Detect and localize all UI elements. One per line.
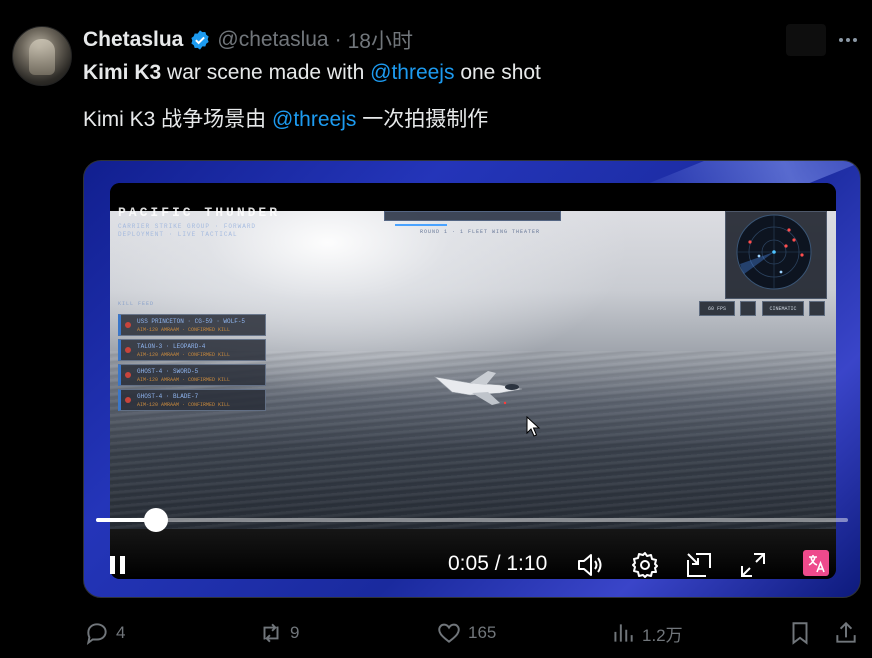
share-icon bbox=[836, 621, 856, 643]
fighter-jet bbox=[434, 371, 523, 405]
settings-gear-icon[interactable] bbox=[630, 550, 660, 580]
video-timecode: 0:05 / 1:10 bbox=[448, 552, 548, 575]
hud-tabs-caption: ROUND 1 · 1 FLEET WING THEATER bbox=[420, 229, 541, 235]
cinematic-toggle[interactable]: CINEMATIC bbox=[762, 301, 804, 316]
tweet-header: Chetaslua @chetaslua · 18小时 bbox=[83, 26, 413, 54]
tweet-text-line-1: Kimi K3 war scene made with @threejs one… bbox=[83, 61, 541, 85]
like-count: 165 bbox=[468, 623, 497, 642]
reply-count: 4 bbox=[116, 623, 126, 642]
view-count: 1.2万 bbox=[642, 625, 683, 645]
bookmark-button[interactable] bbox=[787, 615, 813, 651]
author-name[interactable]: Chetaslua bbox=[83, 28, 183, 52]
tweet-text: war scene made with bbox=[161, 61, 371, 84]
kill-feed-item: GHOST-4 · SWORD-5 AIM-120 AMRAAM · CONFIR… bbox=[118, 364, 266, 386]
sound-toggle-icon[interactable] bbox=[740, 301, 756, 316]
tweet-text-tail: one shot bbox=[454, 61, 541, 84]
mention-link[interactable]: @threejs bbox=[272, 108, 356, 131]
tweet-text-line-2: Kimi K3 战争场景由 @threejs 一次拍摄制作 bbox=[83, 103, 488, 133]
separator-dot: · bbox=[334, 28, 342, 51]
media-card[interactable]: PACIFIC THUNDER CARRIER STRIKE GROUP · F… bbox=[83, 160, 861, 598]
kill-feed-item: GHOST-4 · BLADE-7 AIM-120 AMRAAM · CONFIR… bbox=[118, 389, 266, 411]
fullscreen-toggle-icon[interactable] bbox=[809, 301, 825, 316]
post-time[interactable]: 18小时 bbox=[348, 25, 413, 55]
video-progress-handle[interactable] bbox=[144, 508, 169, 532]
repost-button[interactable]: 9 bbox=[258, 615, 299, 651]
views-chart-icon bbox=[614, 624, 633, 642]
author-handle[interactable]: @chetaslua bbox=[217, 28, 328, 52]
mention-link[interactable]: @threejs bbox=[370, 61, 454, 84]
kill-feed-header: KILL FEED bbox=[118, 301, 155, 307]
radar-panel bbox=[725, 211, 827, 299]
translate-icon[interactable] bbox=[803, 550, 829, 576]
avatar[interactable] bbox=[12, 26, 72, 86]
fps-toggle[interactable]: 60 FPS bbox=[699, 301, 735, 316]
kill-feed-item: USS PRINCETON · CG-59 · WOLF-5 AIM-120 AM… bbox=[118, 314, 266, 336]
fullscreen-icon[interactable] bbox=[738, 550, 768, 580]
like-button[interactable]: 165 bbox=[436, 615, 496, 651]
repost-count: 9 bbox=[290, 623, 300, 642]
hud-subtitle: CARRIER STRIKE GROUP · FORWARD DEPLOYMEN… bbox=[118, 223, 257, 238]
reply-button[interactable]: 4 bbox=[84, 615, 125, 651]
mouse-cursor-icon bbox=[526, 416, 541, 437]
picture-in-picture-icon[interactable] bbox=[684, 550, 714, 580]
views-button[interactable]: 1.2万 bbox=[610, 615, 683, 651]
hud-tabs bbox=[384, 211, 561, 226]
verified-badge-icon bbox=[191, 30, 209, 50]
pause-icon[interactable] bbox=[108, 555, 128, 575]
volume-icon[interactable] bbox=[576, 550, 606, 580]
tweet-text-translated: Kimi K3 战争场景由 bbox=[83, 108, 273, 131]
video-frame: PACIFIC THUNDER CARRIER STRIKE GROUP · F… bbox=[110, 205, 836, 529]
grok-placeholder bbox=[786, 24, 826, 56]
tweet-actions: 4 9 165 1.2万 bbox=[0, 615, 872, 651]
kill-feed-item: TALON-3 · LEOPARD-4 AIM-120 AMRAAM · CONF… bbox=[118, 339, 266, 361]
reply-icon bbox=[86, 623, 107, 646]
hud-title: PACIFIC THUNDER bbox=[118, 205, 281, 220]
tweet-bold-text: Kimi K3 bbox=[83, 61, 162, 84]
bookmark-icon bbox=[792, 622, 808, 645]
share-button[interactable] bbox=[833, 615, 859, 651]
repost-icon bbox=[263, 623, 279, 643]
radar-icon bbox=[736, 214, 812, 290]
video-progress-track[interactable] bbox=[96, 518, 848, 522]
heart-icon bbox=[438, 623, 460, 643]
tweet-text-translated-tail: 一次拍摄制作 bbox=[356, 108, 489, 131]
more-options-icon[interactable] bbox=[834, 27, 862, 53]
